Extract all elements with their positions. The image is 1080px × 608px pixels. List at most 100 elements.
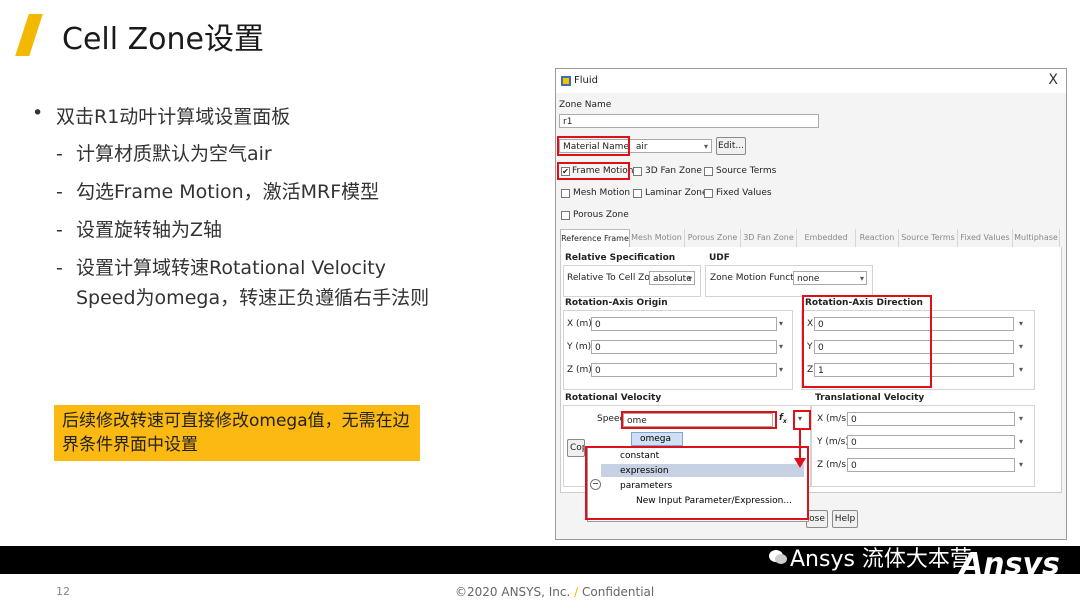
fluent-app-icon [561,76,571,86]
bullet-sub-1-text: 计算材质默认为空气air [76,143,272,165]
fixed-values-checkbox[interactable] [704,189,713,198]
trans-z-label: Z (m/s) [817,460,850,470]
bullet-main: 双击R1动叶计算域设置面板 [30,102,430,129]
relative-spec-header: Relative Specification [565,253,676,263]
trans-y-label: Y (m/s) [817,437,849,447]
zone-tabs: Reference Frame Mesh Motion Porous Zone … [560,229,1060,260]
chevron-down-icon[interactable]: ▾ [779,319,783,328]
close-icon[interactable]: X [1048,72,1058,88]
porous-zone-label: Porous Zone [573,210,629,220]
relative-to-label: Relative To Cell Zone [567,273,662,283]
tab-source-terms[interactable]: Source Terms [899,229,958,247]
dialog-title: Fluid [574,75,598,86]
origin-z-label: Z (m) [567,365,592,375]
bullet-list: 双击R1动叶计算域设置面板 -计算材质默认为空气air -勾选Frame Mot… [30,102,430,321]
tab-embedded-les[interactable]: Embedded LES [797,229,856,260]
copyright-footer: ©2020 ANSYS, Inc. / Confidential [455,585,654,599]
tab-porous-zone[interactable]: Porous Zone [685,229,741,247]
fan-zone-label: 3D Fan Zone [645,166,702,176]
tab-mesh-motion[interactable]: Mesh Motion [629,229,685,247]
dash-marker: - [56,257,63,279]
bullet-sub-3-text: 设置旋转轴为Z轴 [76,219,223,241]
mesh-motion-label: Mesh Motion [573,188,631,198]
close-button[interactable]: ose [806,510,828,528]
chevron-down-icon[interactable]: ▾ [1019,342,1023,351]
zone-motion-value: none [797,274,820,284]
chevron-down-icon: ▾ [859,274,864,283]
wechat-icon [769,550,787,564]
copyright-text: ©2020 ANSYS, Inc. [455,585,571,599]
trans-y-input[interactable]: 0 [847,435,1015,449]
rotational-velocity-header: Rotational Velocity [565,393,662,403]
tab-fixed-values[interactable]: Fixed Values [958,229,1013,247]
chevron-down-icon[interactable]: ▾ [798,414,802,423]
help-button[interactable]: Help [832,510,858,528]
origin-x-label: X (m) [567,319,592,329]
bullet-sub-2: - 勾选Frame Motion，激活MRF模型 [30,177,430,207]
ansys-logo: Ansys [960,547,1060,582]
relative-to-select[interactable]: absolute ▾ [649,271,695,285]
chevron-down-icon: ▾ [687,274,692,283]
chevron-down-icon[interactable]: ▾ [779,365,783,374]
copy-button[interactable]: Cop [567,439,585,457]
trans-z-input[interactable]: 0 [847,458,1015,472]
fixed-values-label: Fixed Values [716,188,772,198]
trans-x-input[interactable]: 0 [847,412,1015,426]
source-terms-label: Source Terms [716,166,777,176]
fx-subscript: x [782,417,787,425]
material-name-value: air [635,142,648,152]
slide-title: Cell Zone设置 [62,22,264,57]
mesh-motion-checkbox[interactable] [561,189,570,198]
dash-marker: - [56,143,63,165]
tip-note-box: 后续修改转速可直接修改omega值，无需在边界条件界面中设置 [54,405,420,461]
origin-x-input[interactable]: 0 [591,317,777,331]
frame-motion-highlight-box [557,162,630,180]
zone-name-label: Zone Name [559,100,612,110]
udf-header: UDF [709,253,730,263]
edit-button[interactable]: Edit... [716,137,746,155]
bullet-sub-1: - 计算材质默认为空气air [30,139,430,169]
chevron-down-icon[interactable]: ▾ [779,342,783,351]
chevron-down-icon[interactable]: ▾ [1019,437,1023,446]
tab-multiphase[interactable]: Multiphase [1013,229,1060,247]
porous-zone-checkbox[interactable] [561,211,570,220]
origin-y-input[interactable]: 0 [591,340,777,354]
tab-reference-frame[interactable]: Reference Frame [560,229,630,248]
chevron-down-icon[interactable]: ▾ [1019,414,1023,423]
chevron-down-icon: ▾ [703,142,708,151]
red-arrow-icon [794,430,806,468]
chevron-down-icon[interactable]: ▾ [1019,319,1023,328]
copyright-slash: / [574,585,579,599]
bullet-sub-3: - 设置旋转轴为Z轴 [30,215,430,245]
fan-zone-checkbox[interactable] [633,167,642,176]
laminar-zone-checkbox[interactable] [633,189,642,198]
autocomplete-suggestion[interactable]: omega [631,432,683,446]
page-number: 12 [56,585,70,598]
trans-x-label: X (m/s) [817,414,850,424]
source-terms-checkbox[interactable] [704,167,713,176]
chevron-down-icon[interactable]: ▾ [1019,365,1023,374]
material-highlight-box [557,136,630,156]
fx-icon[interactable]: fx [779,413,787,425]
bullet-sub-4-text: 设置计算域转速Rotational Velocity Speed为omega，转… [76,257,430,309]
relative-to-value: absolute [653,274,692,284]
dialog-titlebar: Fluid X [556,69,1066,93]
bullet-sub-4: - 设置计算域转速Rotational Velocity Speed为omega，… [30,253,430,313]
chevron-down-icon[interactable]: ▾ [1019,460,1023,469]
translational-velocity-header: Translational Velocity [815,393,925,403]
dash-marker: - [56,219,63,241]
origin-z-input[interactable]: 0 [591,363,777,377]
speed-highlight-box [621,411,777,429]
dash-marker: - [56,181,63,203]
tab-3d-fan-zone[interactable]: 3D Fan Zone [741,229,797,247]
zone-motion-select[interactable]: none ▾ [793,271,867,285]
laminar-zone-label: Laminar Zone [645,188,708,198]
confidential-text: Confidential [582,585,655,599]
rotation-origin-header: Rotation-Axis Origin [565,298,668,308]
watermark-text: Ansys 流体大本营 [790,547,972,572]
rotation-direction-highlight-box [802,295,932,388]
zone-name-input[interactable]: r1 [559,114,819,128]
tab-reaction[interactable]: Reaction [856,229,899,247]
popup-highlight-box [585,446,809,520]
title-accent-bar [15,14,43,56]
